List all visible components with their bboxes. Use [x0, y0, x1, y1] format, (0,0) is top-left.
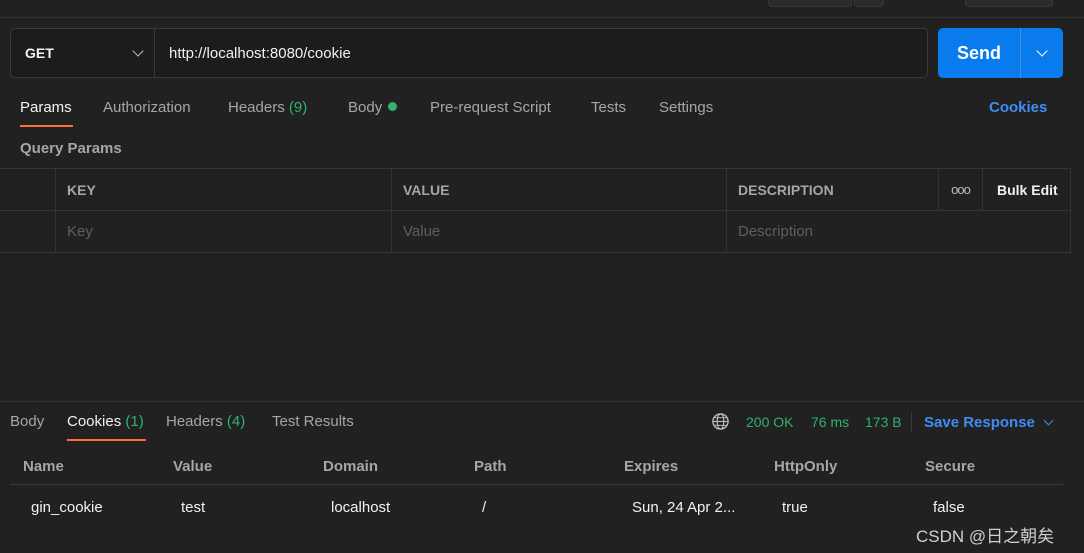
response-tab-cookies[interactable]: Cookies (1): [67, 413, 144, 430]
query-params-table: KEY VALUE DESCRIPTION ooo Bulk Edit Key …: [0, 168, 1071, 253]
more-options-icon[interactable]: ooo: [938, 169, 982, 210]
tab-tests[interactable]: Tests: [591, 99, 626, 116]
tab-headers-label: Headers: [228, 99, 285, 116]
tab-headers[interactable]: Headers (9): [228, 99, 307, 116]
request-bar: GET http://localhost:8080/cookie: [10, 28, 928, 78]
toolbar-control[interactable]: [965, 0, 1053, 7]
cookie-column-domain: Domain: [323, 458, 379, 475]
globe-icon[interactable]: [711, 412, 730, 431]
tab-settings[interactable]: Settings: [659, 99, 713, 116]
param-value-input[interactable]: Value: [391, 211, 726, 252]
cookies-header-divider: [10, 484, 1063, 485]
chevron-down-icon: [132, 45, 144, 57]
table-row: Key Value Description: [0, 211, 1071, 253]
response-tab-test-results[interactable]: Test Results: [272, 413, 354, 430]
cookie-path: /: [482, 499, 487, 516]
cookie-column-name: Name: [23, 458, 64, 475]
toolbar-control[interactable]: [768, 0, 852, 7]
cookie-column-expires: Expires: [624, 458, 679, 475]
save-response-button[interactable]: Save Response: [924, 414, 1035, 431]
tab-pre-request-script[interactable]: Pre-request Script: [430, 99, 551, 116]
response-size[interactable]: 173 B: [865, 414, 902, 430]
bulk-edit-button[interactable]: Bulk Edit: [982, 169, 1071, 210]
cookie-column-value: Value: [173, 458, 213, 475]
response-tab-headers[interactable]: Headers (4): [166, 413, 245, 430]
column-header-description: DESCRIPTION: [726, 169, 938, 210]
response-tab-headers-label: Headers: [166, 413, 223, 430]
cookie-column-httponly: HttpOnly: [774, 458, 838, 475]
query-params-title: Query Params: [20, 140, 122, 157]
cookies-link[interactable]: Cookies: [989, 99, 1047, 116]
cookie-column-secure: Secure: [925, 458, 976, 475]
method-label: GET: [25, 45, 54, 61]
response-time[interactable]: 76 ms: [811, 414, 849, 430]
tab-body[interactable]: Body: [348, 99, 398, 116]
status-divider: [911, 412, 912, 432]
response-tab-cookies-count: (1): [125, 413, 144, 430]
send-button-group: Send: [938, 28, 1063, 78]
tab-params[interactable]: Params: [20, 99, 72, 116]
cookie-value: test: [181, 499, 206, 516]
tab-body-label: Body: [348, 99, 383, 116]
watermark: CSDN @日之朝矣: [916, 527, 1055, 546]
response-divider[interactable]: [0, 401, 1084, 402]
description-placeholder: Description: [738, 223, 814, 240]
response-tab-cookies-label: Cookies: [67, 413, 122, 430]
chevron-down-icon: [1036, 45, 1048, 57]
status-code[interactable]: 200 OK: [746, 414, 793, 430]
response-tab-headers-count: (4): [226, 413, 246, 430]
column-header-label: DESCRIPTION: [738, 181, 834, 198]
param-description-input[interactable]: Description: [726, 211, 1071, 252]
cookie-httponly: true: [782, 499, 808, 516]
cookie-name: gin_cookie: [31, 499, 103, 516]
cookie-domain: localhost: [331, 499, 391, 516]
cookie-expires: Sun, 24 Apr 2...: [632, 499, 736, 516]
active-tab-indicator: [20, 125, 73, 127]
tab-headers-count: (9): [288, 99, 308, 116]
method-select[interactable]: GET: [11, 29, 155, 77]
top-toolbar-strip: [0, 0, 1084, 18]
column-header-label: VALUE: [403, 181, 450, 198]
tab-authorization[interactable]: Authorization: [103, 99, 191, 116]
url-input[interactable]: http://localhost:8080/cookie: [155, 29, 927, 77]
cookie-secure: false: [933, 499, 965, 516]
value-placeholder: Value: [403, 223, 441, 240]
cookie-column-path: Path: [474, 458, 507, 475]
bulk-edit-label: Bulk Edit: [997, 181, 1058, 198]
column-header-value: VALUE: [391, 169, 726, 210]
key-placeholder: Key: [67, 223, 93, 240]
param-key-input[interactable]: Key: [55, 211, 391, 252]
send-button[interactable]: Send: [938, 28, 1021, 78]
chevron-down-icon[interactable]: [1043, 415, 1054, 426]
active-tab-indicator: [67, 439, 146, 441]
body-indicator-dot-icon: [388, 102, 398, 111]
response-tab-body[interactable]: Body: [10, 413, 44, 430]
column-header-label: KEY: [67, 181, 96, 198]
column-header-key: KEY: [55, 169, 391, 210]
table-header-row: KEY VALUE DESCRIPTION ooo Bulk Edit: [0, 169, 1071, 211]
toolbar-control[interactable]: [854, 0, 884, 7]
send-options-button[interactable]: [1021, 28, 1063, 78]
